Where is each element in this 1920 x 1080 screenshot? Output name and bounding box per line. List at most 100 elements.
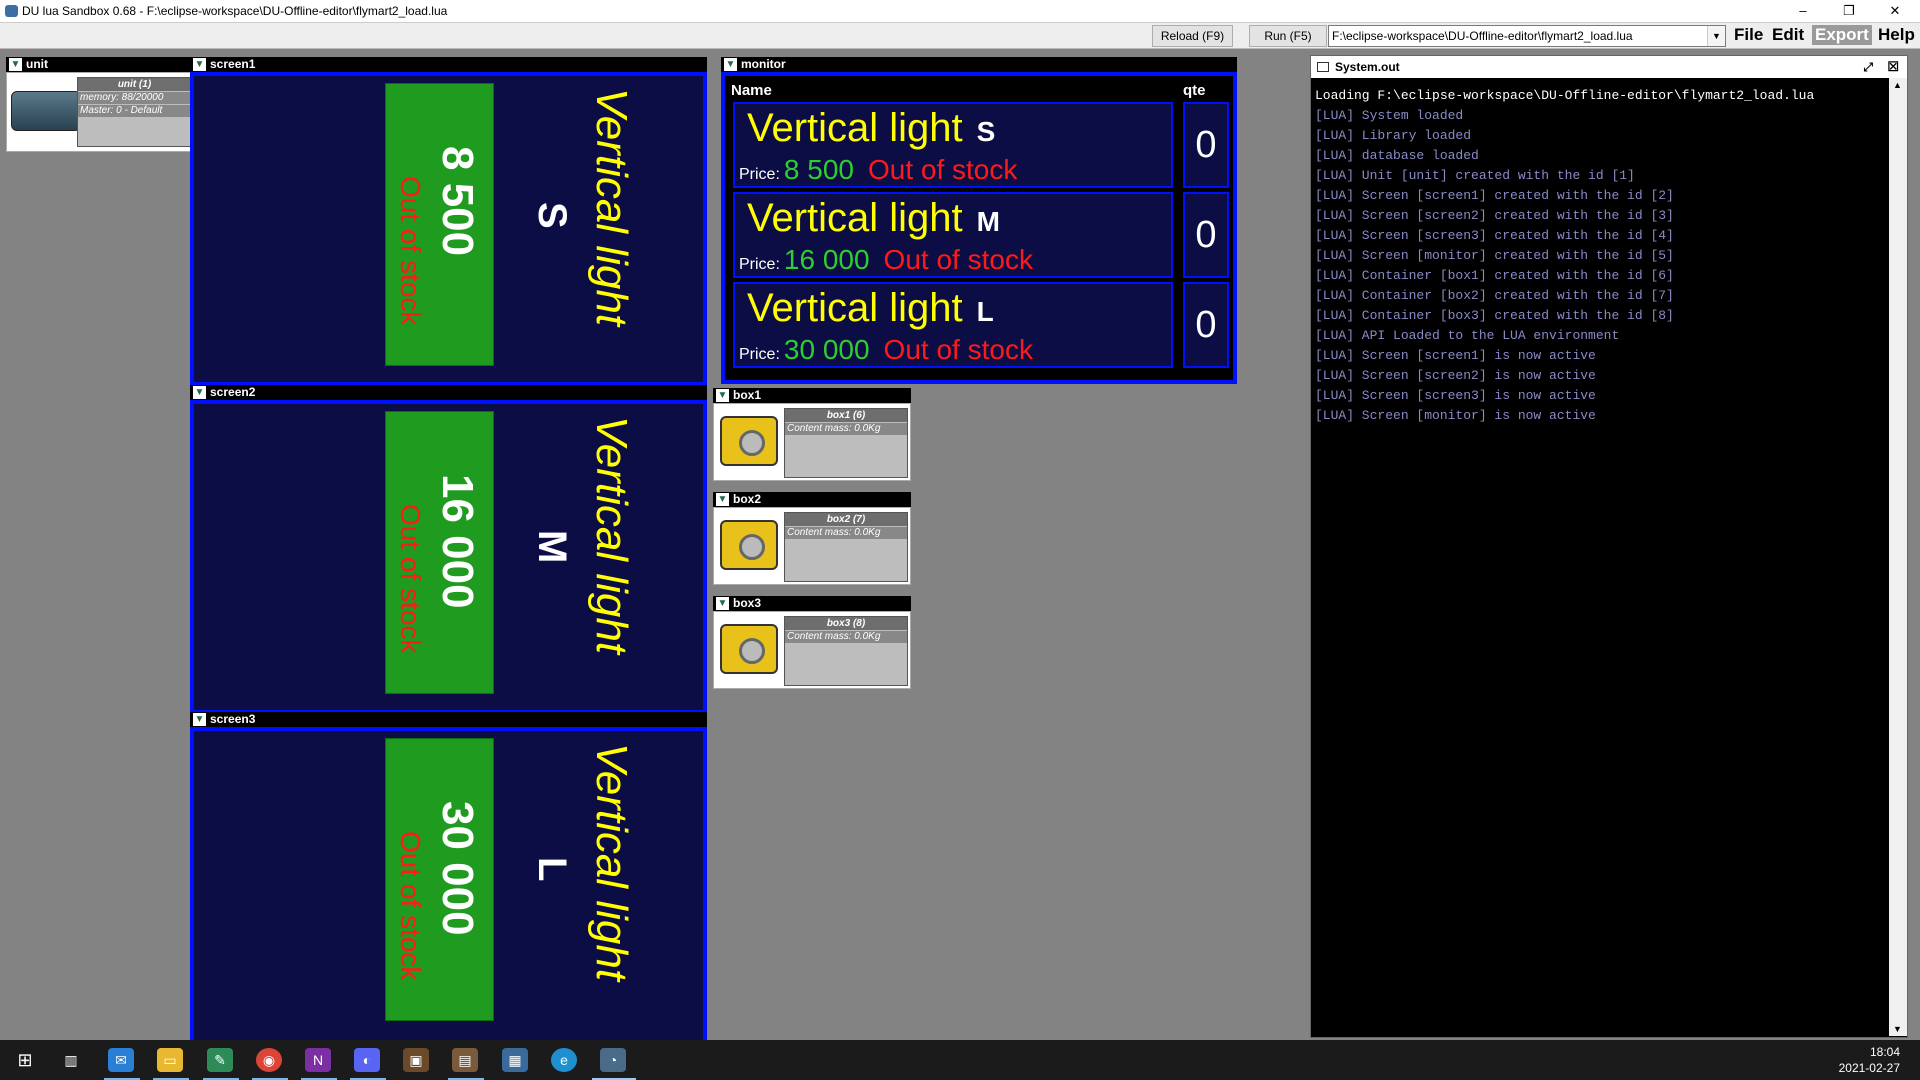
monitor-item-qte: 0 <box>1183 282 1229 368</box>
panel-toggle-icon[interactable]: ▼ <box>716 389 729 402</box>
script-path-select[interactable]: F:\eclipse-workspace\DU-Offline-editor\f… <box>1328 25 1726 47</box>
log-line: [LUA] Unit [unit] created with the id [1… <box>1315 168 1635 183</box>
panel-toggle-icon[interactable]: ▼ <box>716 493 729 506</box>
menu-edit[interactable]: Edit <box>1772 25 1804 45</box>
price-label: Price: <box>739 346 780 363</box>
chrome-icon[interactable]: ◉ <box>256 1048 282 1072</box>
container-info: box1 (6) Content mass: 0.0Kg <box>784 408 908 478</box>
chevron-down-icon[interactable]: ▼ <box>1707 26 1725 46</box>
app-icon <box>5 5 18 17</box>
notepad-icon[interactable]: ✎ <box>207 1048 233 1072</box>
log-line: [LUA] Container [box3] created with the … <box>1315 308 1674 323</box>
screen-panel-header[interactable]: ▼ screen1 <box>190 57 707 72</box>
monitor-item-status: Out of stock <box>867 154 1018 185</box>
panel-toggle-icon[interactable]: ▼ <box>193 713 206 726</box>
system-out-title: System.out <box>1335 60 1400 74</box>
screen-display: Vertical light M 16 000 Out of stock <box>190 400 707 714</box>
product-size: S <box>530 202 574 229</box>
reload-button[interactable]: Reload (F9) <box>1152 25 1233 47</box>
box-panel-header[interactable]: ▼ box1 <box>713 388 911 403</box>
unit-master: Master: 0 - Default <box>78 105 191 117</box>
box-panel-header[interactable]: ▼ box3 <box>713 596 911 611</box>
container-mass: Content mass: 0.0Kg <box>785 423 907 435</box>
window-icon <box>1317 62 1329 72</box>
monitor-item-status: Out of stock <box>883 244 1033 275</box>
menu-file[interactable]: File <box>1734 25 1763 45</box>
app-icon-2[interactable]: ▤ <box>452 1048 478 1072</box>
monitor-item-status: Out of stock <box>883 334 1033 365</box>
log-line: [LUA] Screen [screen1] is now active <box>1315 348 1596 363</box>
toolbar: Reload (F9) Run (F5) F:\eclipse-workspac… <box>0 23 1920 49</box>
screen-panel-header[interactable]: ▼ screen2 <box>190 385 707 400</box>
product-name: Vertical light <box>587 416 636 655</box>
app-icon-3[interactable]: ▦ <box>502 1048 528 1072</box>
log-line: [LUA] database loaded <box>1315 148 1479 163</box>
screen-panel-title: screen3 <box>210 712 256 726</box>
discord-icon[interactable]: ◐ <box>354 1048 380 1072</box>
du-sandbox-icon[interactable]: ◔ <box>600 1048 626 1072</box>
restore-icon[interactable]: ⤢ <box>1863 56 1873 78</box>
log-scrollbar[interactable]: ▲ ▼ <box>1889 78 1907 1036</box>
container-icon <box>720 416 778 466</box>
panel-toggle-icon[interactable]: ▼ <box>724 58 737 71</box>
container-icon <box>720 624 778 674</box>
log-line: [LUA] Container [box1] created with the … <box>1315 268 1674 283</box>
monitor-panel-header[interactable]: ▼ monitor <box>721 57 1237 72</box>
product-price: 30 000 <box>433 801 482 936</box>
box-panel-title: box1 <box>733 388 762 402</box>
clock-time: 18:04 <box>1869 1045 1900 1059</box>
panel-toggle-icon[interactable]: ▼ <box>716 597 729 610</box>
system-out-window: System.out ⤢ ☒ Loading F:\eclipse-worksp… <box>1310 55 1908 1038</box>
menu-export[interactable]: Export <box>1812 25 1872 45</box>
minimize-button[interactable]: – <box>1780 0 1826 22</box>
system-clock[interactable]: 18:04 2021-02-27 <box>1839 1044 1900 1076</box>
unit-panel-header[interactable]: ▼ unit <box>6 57 193 72</box>
menu-help[interactable]: Help <box>1878 25 1915 45</box>
product-price: 8 500 <box>433 146 482 257</box>
monitor-item-qte: 0 <box>1183 192 1229 278</box>
container-info: box3 (8) Content mass: 0.0Kg <box>784 616 908 686</box>
unit-panel-title: unit <box>26 57 48 71</box>
mail-icon[interactable]: ✉ <box>108 1048 134 1072</box>
task-view-icon[interactable]: ▥ <box>58 1048 84 1072</box>
log-line: Loading F:\eclipse-workspace\DU-Offline-… <box>1315 88 1815 103</box>
unit-memory: memory: 88/20000 <box>78 92 191 104</box>
monitor-item-price: 30 000 <box>783 334 870 365</box>
unit-name: unit (1) <box>78 78 191 91</box>
monitor-screen: Name qte Vertical light S Price: 8 500 Out … <box>721 72 1237 384</box>
screen-display: Vertical light L 30 000 Out of stock <box>190 727 707 1049</box>
product-size: M <box>530 530 574 564</box>
close-button[interactable]: ✕ <box>1872 0 1918 22</box>
panel-toggle-icon[interactable]: ▼ <box>193 58 206 71</box>
scroll-up-icon[interactable]: ▲ <box>1893 80 1902 90</box>
box-panel-title: box3 <box>733 596 762 610</box>
box-panel-header[interactable]: ▼ box2 <box>713 492 911 507</box>
onenote-icon[interactable]: N <box>305 1048 331 1072</box>
log-line: [LUA] Screen [screen1] created with the … <box>1315 188 1674 203</box>
container-mass: Content mass: 0.0Kg <box>785 631 907 643</box>
title-bar: DU lua Sandbox 0.68 - F:\eclipse-workspa… <box>0 0 1920 23</box>
unit-info: unit (1) memory: 88/20000 Master: 0 - De… <box>77 77 192 147</box>
log-line: [LUA] Screen [screen2] created with the … <box>1315 208 1674 223</box>
screen-panel-header[interactable]: ▼ screen3 <box>190 712 707 727</box>
window-title: DU lua Sandbox 0.68 - F:\eclipse-workspa… <box>22 4 448 18</box>
maximize-button[interactable]: ❐ <box>1826 0 1872 22</box>
monitor-item-name: Vertical light L <box>747 286 994 330</box>
monitor-item-size: S <box>976 116 996 147</box>
container-name: box2 (7) <box>785 513 907 526</box>
log-line: [LUA] Screen [screen3] created with the … <box>1315 228 1674 243</box>
start-icon[interactable]: ⊞ <box>12 1048 38 1072</box>
edge-icon[interactable]: e <box>551 1048 577 1072</box>
panel-toggle-icon[interactable]: ▼ <box>9 58 22 71</box>
run-button[interactable]: Run (F5) <box>1249 25 1327 47</box>
scroll-down-icon[interactable]: ▼ <box>1893 1024 1902 1034</box>
monitor-item-price: 8 500 <box>783 154 854 185</box>
panel-toggle-icon[interactable]: ▼ <box>193 386 206 399</box>
file-explorer-icon[interactable]: ▭ <box>157 1048 183 1072</box>
container-mass: Content mass: 0.0Kg <box>785 527 907 539</box>
game-icon[interactable]: ▣ <box>403 1048 429 1072</box>
unit-panel: unit (1) memory: 88/20000 Master: 0 - De… <box>6 72 193 152</box>
monitor-panel-title: monitor <box>741 57 786 71</box>
close-icon[interactable]: ☒ <box>1887 56 1899 78</box>
log-line: [LUA] Screen [screen2] is now active <box>1315 368 1596 383</box>
